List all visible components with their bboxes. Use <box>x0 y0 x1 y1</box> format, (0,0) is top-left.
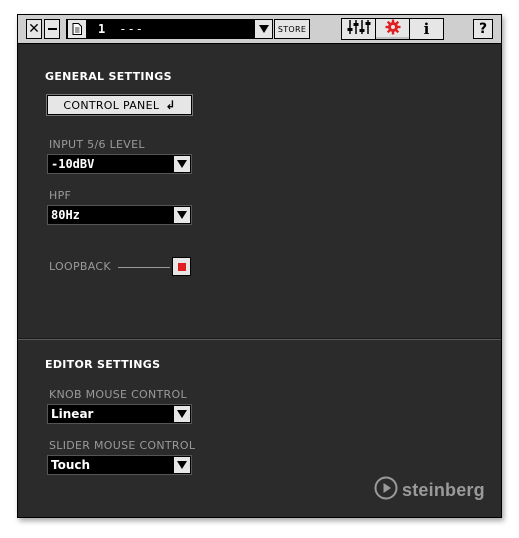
loopback-connector-line <box>118 267 170 268</box>
close-icon: ✕ <box>28 21 40 37</box>
tab-info[interactable]: i <box>409 18 444 40</box>
hpf-label: HPF <box>49 189 72 202</box>
chevron-down-icon <box>174 457 190 473</box>
brand-name: steinberg <box>402 479 485 500</box>
toolbar: ✕ 1 --- STORE i ? <box>18 15 501 44</box>
knob-mouse-control-value: Linear <box>51 407 94 421</box>
knob-mouse-control-dropdown[interactable]: Linear <box>47 404 192 424</box>
minimize-button[interactable] <box>44 19 60 39</box>
chevron-down-icon <box>174 406 190 422</box>
document-icon[interactable] <box>68 20 86 38</box>
slider-mouse-control-label: SLIDER MOUSE CONTROL <box>49 439 196 452</box>
input-level-value: -10dBV <box>51 157 95 171</box>
close-button[interactable]: ✕ <box>26 19 42 39</box>
editor-settings-title: EDITOR SETTINGS <box>45 358 161 371</box>
play-circle-icon <box>374 476 398 504</box>
mixer-sliders-icon <box>347 19 371 39</box>
info-icon: i <box>423 20 430 38</box>
store-button[interactable]: STORE <box>274 19 310 39</box>
hpf-dropdown[interactable]: 80Hz <box>47 205 192 225</box>
preset-number: 1 <box>98 22 106 36</box>
loopback-label: LOOPBACK <box>49 260 111 273</box>
knob-mouse-control-label: KNOB MOUSE CONTROL <box>49 388 187 401</box>
gear-icon <box>385 19 401 39</box>
tab-settings[interactable] <box>375 18 410 40</box>
chevron-down-icon <box>174 207 190 223</box>
control-panel-button[interactable]: CONTROL PANEL ↲ <box>47 95 192 115</box>
loopback-on-indicator <box>177 262 186 271</box>
input-level-dropdown[interactable]: -10dBV <box>47 154 192 174</box>
chevron-down-icon <box>174 156 190 172</box>
preset-selector[interactable]: 1 --- <box>66 19 273 39</box>
preset-name: --- <box>119 22 144 36</box>
help-button[interactable]: ? <box>473 19 493 39</box>
return-arrow-icon: ↲ <box>165 98 176 112</box>
general-settings-title: GENERAL SETTINGS <box>45 70 172 83</box>
settings-window: ✕ 1 --- STORE i ? GENERAL SETTINGS CONTR… <box>17 14 502 518</box>
view-tabs: i <box>341 18 444 41</box>
slider-mouse-control-dropdown[interactable]: Touch <box>47 455 192 475</box>
slider-mouse-control-value: Touch <box>51 458 91 472</box>
hpf-value: 80Hz <box>51 208 80 222</box>
tab-mixer[interactable] <box>341 18 376 40</box>
minimize-icon <box>47 28 57 30</box>
loopback-toggle[interactable] <box>172 257 191 276</box>
input-level-label: INPUT 5/6 LEVEL <box>49 138 145 151</box>
steinberg-logo: steinberg <box>374 476 485 504</box>
control-panel-label: CONTROL PANEL <box>63 98 160 112</box>
chevron-down-icon[interactable] <box>255 20 272 38</box>
section-divider <box>18 338 501 340</box>
